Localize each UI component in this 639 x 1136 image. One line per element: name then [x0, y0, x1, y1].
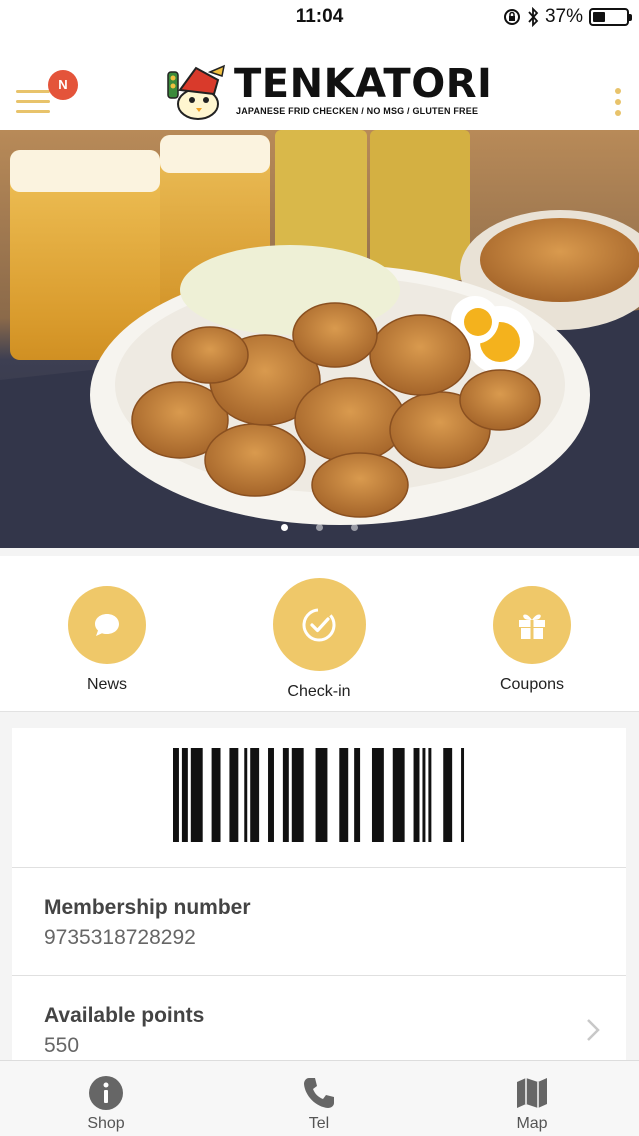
- news-button[interactable]: News: [27, 586, 187, 694]
- barcode-bar: [211, 748, 221, 842]
- barcode-bar: [428, 748, 432, 842]
- news-label: News: [86, 676, 127, 693]
- gift-icon: [519, 614, 545, 639]
- barcode-bar: [190, 748, 203, 842]
- checkin-button[interactable]: Check-in: [239, 578, 399, 701]
- bottom-tab-bar: Shop Tel Map: [0, 1060, 639, 1136]
- battery-fill: [593, 12, 605, 22]
- menu-line: [16, 100, 50, 103]
- news-circle: [68, 586, 146, 664]
- barcode-bar: [339, 748, 349, 842]
- phone-icon: [299, 1073, 339, 1113]
- tab-tel-label: Tel: [308, 1115, 330, 1132]
- tab-tel[interactable]: Tel: [259, 1073, 379, 1133]
- barcode-bar: [282, 748, 289, 842]
- logo-title: TENKATORI: [234, 61, 493, 107]
- carousel-dot[interactable]: [316, 524, 323, 531]
- battery-percent: 37%: [544, 6, 583, 27]
- membership-row: Membership number 9735318728292: [12, 868, 626, 976]
- carousel-dot[interactable]: [351, 524, 358, 531]
- info-icon: [86, 1073, 126, 1113]
- member-card: Membership number 9735318728292 Availabl…: [12, 728, 626, 1063]
- more-options-button[interactable]: [615, 88, 623, 118]
- tab-shop-label: Shop: [87, 1115, 125, 1132]
- barcode-bar: [315, 748, 328, 842]
- barcode-bar: [291, 748, 304, 842]
- checkin-label: Check-in: [287, 683, 351, 700]
- coupons-button[interactable]: Coupons: [452, 586, 612, 694]
- carousel-dots: [0, 524, 639, 531]
- chevron-right-icon: [587, 1019, 600, 1041]
- battery-icon: [589, 8, 632, 26]
- points-value: 550: [44, 1034, 80, 1057]
- mascot-logo-icon: [167, 64, 226, 120]
- menu-button[interactable]: [16, 90, 50, 114]
- membership-label: Membership number: [44, 896, 251, 919]
- kebab-dot: [615, 110, 621, 116]
- kebab-dot: [615, 88, 621, 94]
- membership-value: 9735318728292: [44, 926, 196, 949]
- barcode-area: [12, 728, 626, 868]
- status-bar: 11:04 37%: [0, 0, 639, 40]
- barcode-bar: [268, 748, 274, 842]
- tab-map-label: Map: [516, 1115, 548, 1132]
- carousel-dot[interactable]: [281, 524, 288, 531]
- hero-image: [0, 130, 639, 548]
- barcode-bar: [422, 748, 426, 842]
- hero-carousel[interactable]: [0, 130, 639, 548]
- barcode-bar: [250, 748, 260, 842]
- tab-map[interactable]: Map: [472, 1073, 592, 1133]
- brand-logo: TENKATORI JAPANESE FRID CHECKEN / NO MSG…: [166, 60, 492, 122]
- barcode-bar: [173, 748, 179, 842]
- barcode-bar: [371, 748, 384, 842]
- map-icon: [512, 1073, 552, 1113]
- barcode-bar: [244, 748, 248, 842]
- barcode-bar: [181, 748, 188, 842]
- bluetooth-icon: [528, 7, 539, 27]
- barcode-bar: [392, 748, 405, 842]
- barcode-bar: [354, 748, 361, 842]
- check-circle-icon: [302, 608, 336, 641]
- barcode-bar: [413, 748, 420, 842]
- tab-shop[interactable]: Shop: [46, 1073, 166, 1133]
- kebab-dot: [615, 99, 621, 105]
- coupons-label: Coupons: [499, 676, 565, 693]
- logo-tagline: JAPANESE FRID CHECKEN / NO MSG / GLUTEN …: [236, 106, 479, 116]
- coupons-circle: [493, 586, 571, 664]
- checkin-circle: [272, 578, 366, 671]
- menu-line: [16, 110, 50, 113]
- chat-bubble-icon: [95, 614, 119, 636]
- menu-line: [16, 90, 50, 93]
- status-icons: 37%: [503, 6, 632, 28]
- rotation-lock-icon: [503, 9, 520, 25]
- barcode-bar: [229, 748, 239, 842]
- quick-actions: News Check-in Coupons: [0, 556, 639, 712]
- membership-barcode: [173, 748, 465, 842]
- notification-badge[interactable]: N: [48, 70, 78, 100]
- barcode-bar: [461, 748, 465, 842]
- barcode-bar: [443, 748, 453, 842]
- points-label: Available points: [44, 1004, 205, 1027]
